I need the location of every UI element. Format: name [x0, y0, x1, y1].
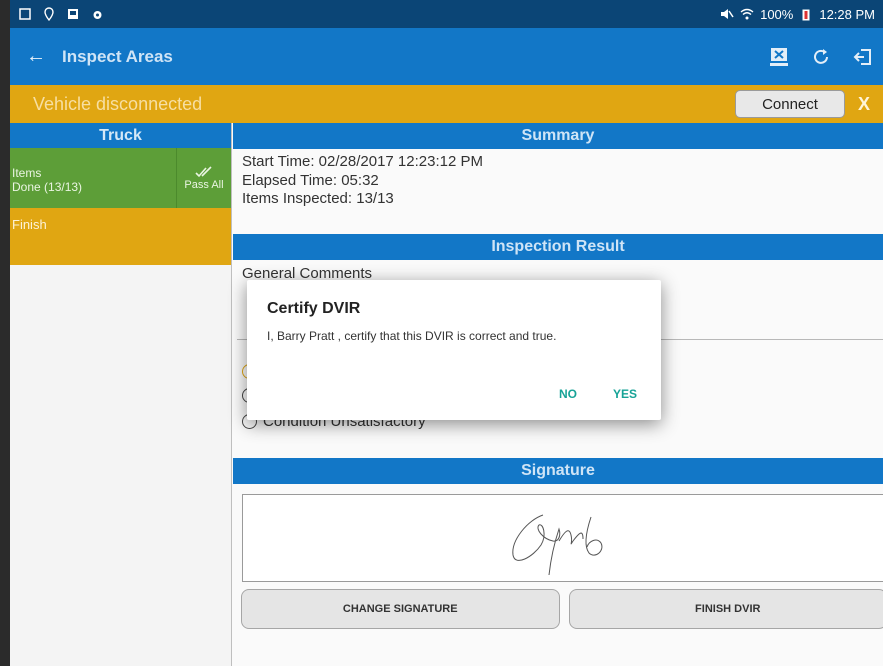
dialog-yes-button[interactable]: YES — [613, 387, 637, 401]
dialog-message: I, Barry Pratt , certify that this DVIR … — [267, 329, 557, 343]
device-screen: 100% 12:28 PM ← Inspect Areas Vehicle di… — [0, 0, 883, 666]
certify-dialog: Certify DVIR I, Barry Pratt , certify th… — [247, 280, 661, 420]
dialog-no-button[interactable]: NO — [559, 387, 577, 401]
dialog-title: Certify DVIR — [267, 300, 361, 317]
